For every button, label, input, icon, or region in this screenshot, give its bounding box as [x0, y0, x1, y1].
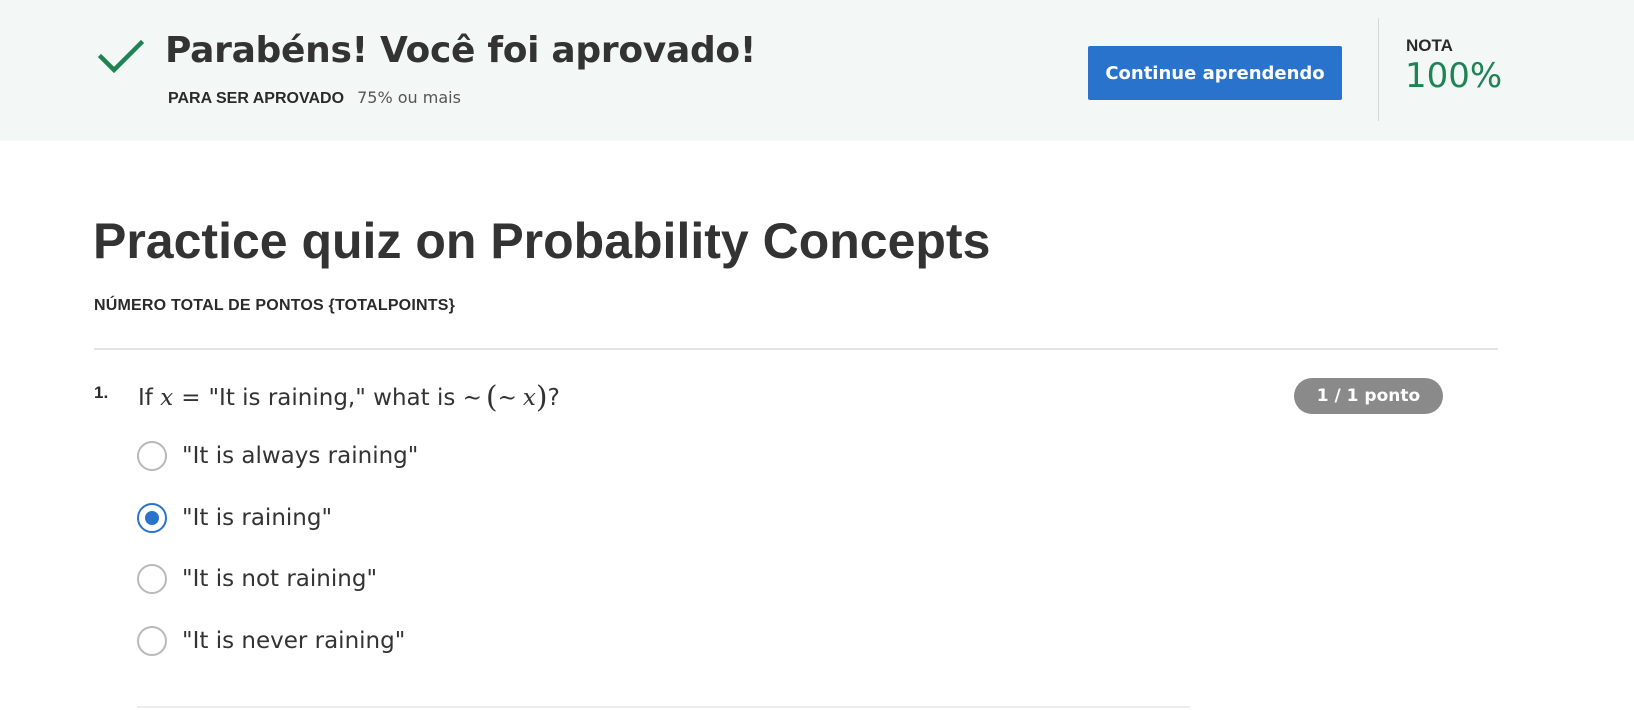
- pass-title: Parabéns! Você foi aprovado!: [165, 30, 756, 71]
- banner-divider: [1378, 18, 1379, 121]
- result-banner: Parabéns! Você foi aprovado! PARA SER AP…: [0, 0, 1634, 141]
- answer-option[interactable]: "It is not raining": [137, 563, 837, 595]
- continue-learning-button[interactable]: Continue aprendendo: [1088, 46, 1342, 100]
- answer-option[interactable]: "It is never raining": [137, 625, 837, 657]
- question-text: If x = "It is raining," what is ∼ (∼ x)?: [138, 380, 560, 415]
- answer-option-label: "It is raining": [182, 505, 333, 531]
- math-variable-x: x: [160, 385, 174, 411]
- question-number: 1.: [94, 383, 109, 402]
- math-tilde-inner: ∼: [497, 385, 517, 411]
- math-paren-open: (: [485, 380, 498, 415]
- question-text-middle: "It is raining," what is: [208, 385, 463, 411]
- section-divider: [94, 348, 1498, 350]
- total-points-label: NÚMERO TOTAL DE PONTOS {TOTALPOINTS}: [94, 297, 456, 314]
- question-text-prefix: If: [138, 385, 161, 411]
- pass-requirement-value: 75% ou mais: [357, 88, 461, 107]
- grade-value: 100%: [1405, 56, 1503, 96]
- radio-button[interactable]: [137, 626, 167, 656]
- radio-button[interactable]: [137, 441, 167, 471]
- answer-option[interactable]: "It is always raining": [137, 440, 837, 472]
- answer-option-label: "It is not raining": [182, 566, 378, 592]
- question-bottom-divider: [137, 706, 1190, 708]
- math-paren-close: ): [535, 380, 548, 415]
- question-text-suffix: ?: [547, 385, 560, 411]
- radio-button[interactable]: [137, 564, 167, 594]
- math-tilde-outer: ∼: [462, 385, 482, 411]
- quiz-title: Practice quiz on Probability Concepts: [93, 213, 991, 269]
- answer-option-label: "It is never raining": [182, 628, 406, 654]
- question-score-badge: 1 / 1 ponto: [1294, 378, 1443, 414]
- grade-label: NOTA: [1406, 36, 1453, 55]
- pass-requirement: PARA SER APROVADO 75% ou mais: [168, 88, 461, 108]
- pass-requirement-label: PARA SER APROVADO: [168, 90, 345, 107]
- answer-option-label: "It is always raining": [182, 443, 419, 469]
- math-equals: =: [181, 385, 201, 411]
- math-variable-x-inner: x: [522, 385, 536, 411]
- answer-option-selected[interactable]: "It is raining": [137, 502, 837, 534]
- check-icon: [98, 40, 144, 74]
- radio-button-selected[interactable]: [137, 503, 167, 533]
